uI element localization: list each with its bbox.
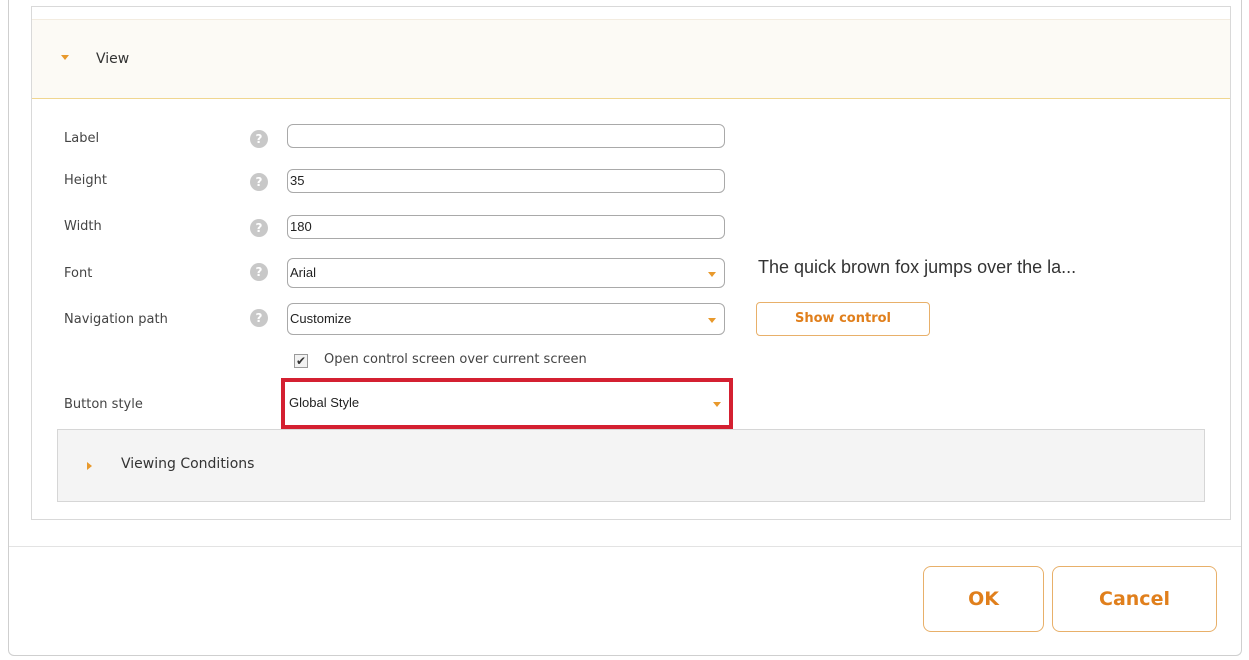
cancel-button[interactable]: Cancel (1052, 566, 1217, 632)
label-field-label: Label (64, 131, 100, 146)
help-icon[interactable]: ? (250, 309, 268, 327)
button-style-select[interactable]: Global Style (285, 382, 729, 425)
button-style-label: Button style (64, 397, 143, 412)
help-icon[interactable]: ? (250, 173, 268, 191)
navigation-path-select[interactable]: Customize (287, 303, 725, 335)
font-preview-text: The quick brown fox jumps over the la... (758, 257, 1077, 277)
open-over-checkbox[interactable]: ✔ (294, 354, 308, 368)
footer-divider (9, 546, 1241, 547)
caret-down-icon (61, 55, 69, 60)
viewing-conditions-section[interactable]: Viewing Conditions (57, 429, 1205, 502)
height-input[interactable]: 35 (287, 169, 725, 193)
chevron-down-icon (708, 272, 716, 277)
help-icon[interactable]: ? (250, 219, 268, 237)
chevron-down-icon (708, 318, 716, 323)
font-select-value: Arial (290, 265, 317, 280)
help-icon[interactable]: ? (250, 263, 268, 281)
viewing-conditions-title: Viewing Conditions (121, 456, 255, 472)
show-control-button[interactable]: Show control (756, 302, 930, 336)
properties-dialog: View Label ? Height ? 35 Width ? 180 Fon… (8, 0, 1242, 656)
open-over-label: Open control screen over current screen (324, 352, 587, 367)
font-field-label: Font (64, 266, 93, 281)
width-input[interactable]: 180 (287, 215, 725, 239)
caret-right-icon (87, 462, 92, 470)
button-style-value: Global Style (289, 395, 360, 410)
navigation-path-label: Navigation path (64, 312, 168, 327)
chevron-down-icon (713, 402, 721, 407)
view-section-title: View (96, 51, 130, 67)
width-field-label: Width (64, 219, 102, 234)
help-icon[interactable]: ? (250, 130, 268, 148)
height-field-label: Height (64, 173, 107, 188)
view-panel: View Label ? Height ? 35 Width ? 180 Fon… (31, 6, 1231, 520)
font-select[interactable]: Arial (287, 258, 725, 288)
view-section-header[interactable]: View (32, 19, 1230, 99)
navigation-path-value: Customize (290, 311, 352, 326)
ok-button[interactable]: OK (923, 566, 1044, 632)
label-input[interactable] (287, 124, 725, 148)
